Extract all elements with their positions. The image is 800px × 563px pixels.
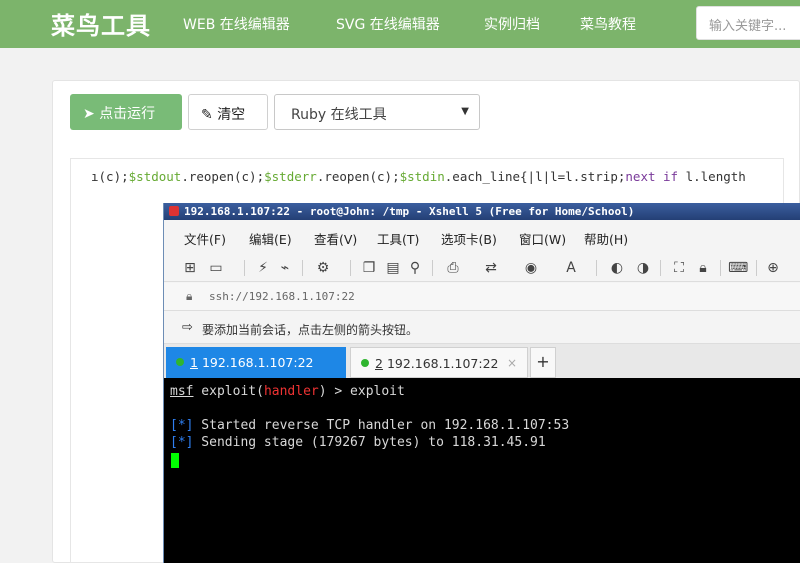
close-icon[interactable]: × — [507, 356, 517, 370]
brand-logo[interactable]: 菜鸟工具 — [51, 6, 151, 41]
open-folder-icon[interactable]: ▭ — [207, 259, 225, 277]
keyboard-icon[interactable]: ⌨ — [728, 259, 748, 277]
xshell-window: 192.168.1.107:22 - root@John: /tmp - Xsh… — [163, 203, 800, 563]
run-button[interactable]: ➤ 点击运行 — [70, 94, 182, 130]
lock-icon[interactable]: 🔒︎ — [694, 259, 712, 277]
clear-button-label: 清空 — [217, 107, 246, 123]
terminal-prompt-line: msf exploit(handler) > exploit — [170, 384, 405, 399]
connected-status-icon — [361, 359, 369, 367]
transfer-icon[interactable]: ⇄ — [482, 259, 500, 277]
connect-icon[interactable]: ⚡ — [254, 259, 272, 277]
xshell-address-bar[interactable]: 🔒︎ ssh://192.168.1.107:22 — [164, 283, 800, 311]
tab-session-2[interactable]: 2 192.168.1.107:22 × — [350, 347, 528, 378]
run-button-label: 点击运行 — [99, 106, 156, 122]
menu-window[interactable]: 窗口(W) — [519, 229, 566, 248]
xshell-tab-bar: 1 192.168.1.107:22 2 192.168.1.107:22 × … — [164, 344, 800, 378]
toolbar-divider — [596, 260, 597, 276]
eraser-icon: ✎ — [201, 107, 213, 123]
copy-icon[interactable]: ❐ — [360, 259, 378, 277]
xshell-app-icon — [169, 206, 179, 216]
tab-label: 192.168.1.107:22 — [386, 356, 499, 371]
properties-icon[interactable]: ⚙ — [314, 259, 332, 277]
connected-status-icon — [176, 358, 184, 366]
menu-view[interactable]: 查看(V) — [314, 229, 357, 248]
nav-examples[interactable]: 实例归档 — [484, 14, 540, 34]
toolbar-divider — [302, 260, 303, 276]
menu-edit[interactable]: 编辑(E) — [249, 229, 292, 248]
language-select-value: Ruby 在线工具 — [291, 107, 387, 123]
record-icon[interactable]: ◑ — [634, 259, 652, 277]
menu-tools[interactable]: 工具(T) — [377, 229, 419, 248]
toolbar-divider — [244, 260, 245, 276]
add-tab-button[interactable]: + — [530, 347, 556, 378]
toolbar-divider — [720, 260, 721, 276]
nav-web-editor[interactable]: WEB 在线编辑器 — [183, 14, 290, 34]
tab-label: 192.168.1.107:22 — [201, 355, 314, 370]
fullscreen-icon[interactable]: ⛶ — [670, 259, 688, 277]
toolbar-divider — [432, 260, 433, 276]
nav-tutorial[interactable]: 菜鸟教程 — [580, 14, 636, 34]
print-icon[interactable]: ⎙ — [444, 259, 462, 277]
terminal-output-line: [*] Started reverse TCP handler on 192.1… — [170, 418, 570, 433]
xshell-session-hint: ⇨ 要添加当前会话，点击左侧的箭头按钮。 — [164, 312, 800, 344]
new-session-icon[interactable]: ⊞ — [181, 259, 199, 277]
paste-icon[interactable]: ▤ — [384, 259, 402, 277]
toolbar-divider — [756, 260, 757, 276]
find-icon[interactable]: ⚲ — [406, 259, 424, 277]
terminal-cursor — [171, 453, 179, 468]
xshell-menu-bar: 文件(F) 编辑(E) 查看(V) 工具(T) 选项卡(B) 窗口(W) 帮助(… — [164, 220, 800, 254]
font-icon[interactable]: A — [562, 259, 580, 277]
globe-icon[interactable]: ◉ — [522, 259, 540, 277]
clear-button[interactable]: ✎ 清空 — [188, 94, 268, 130]
top-nav: 菜鸟工具 WEB 在线编辑器 SVG 在线编辑器 实例归档 菜鸟教程 输入关键字… — [0, 0, 800, 48]
menu-file[interactable]: 文件(F) — [184, 229, 226, 248]
script-icon[interactable]: ◐ — [608, 259, 626, 277]
lock-icon: 🔒︎ — [186, 289, 193, 303]
toolbar-divider — [350, 260, 351, 276]
xshell-title-bar[interactable]: 192.168.1.107:22 - root@John: /tmp - Xsh… — [164, 203, 800, 220]
send-icon: ➤ — [83, 106, 95, 122]
tab-index: 2 — [375, 356, 383, 371]
terminal-output-line: [*] Sending stage (179267 bytes) to 118.… — [170, 435, 546, 450]
session-address: ssh://192.168.1.107:22 — [209, 290, 355, 303]
nav-svg-editor[interactable]: SVG 在线编辑器 — [336, 14, 440, 34]
menu-tabs[interactable]: 选项卡(B) — [441, 229, 497, 248]
toolbar-divider — [660, 260, 661, 276]
xshell-title: 192.168.1.107:22 - root@John: /tmp - Xsh… — [184, 205, 635, 218]
search-input[interactable]: 输入关键字... — [696, 6, 800, 40]
terminal[interactable]: msf exploit(handler) > exploit [*] Start… — [164, 378, 800, 563]
arrow-icon[interactable]: ⇨ — [182, 320, 193, 335]
add-icon[interactable]: ⊕ — [764, 259, 782, 277]
disconnect-icon[interactable]: ⌁ — [276, 259, 294, 277]
language-select[interactable]: Ruby 在线工具 ▼ — [274, 94, 480, 130]
code-line: ı(c);$stdout.reopen(c);$stderr.reopen(c)… — [91, 169, 746, 184]
menu-help[interactable]: 帮助(H) — [584, 229, 628, 248]
chevron-down-icon: ▼ — [461, 106, 469, 117]
xshell-toolbar: ⊞ ▭ ⚡ ⌁ ⚙ ❐ ▤ ⚲ ⎙ ⇄ ◉ A ◐ ◑ ⛶ 🔒︎ ⌨ ⊕ — [164, 254, 800, 282]
tab-session-1[interactable]: 1 192.168.1.107:22 — [166, 347, 346, 378]
tab-index: 1 — [190, 355, 198, 370]
session-hint-text: 要添加当前会话，点击左侧的箭头按钮。 — [202, 323, 419, 337]
